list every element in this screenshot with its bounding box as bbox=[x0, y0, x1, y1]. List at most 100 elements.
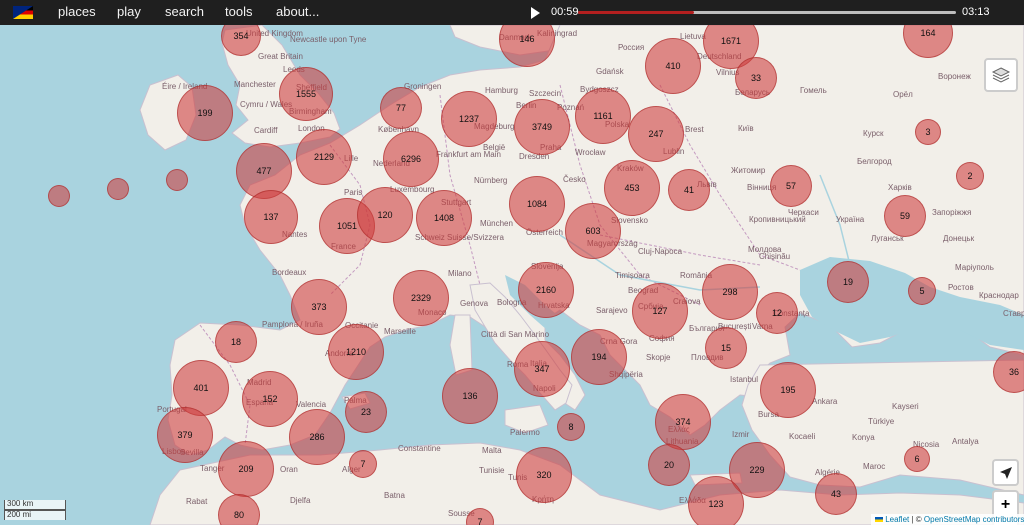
menu-play[interactable]: play bbox=[117, 4, 141, 19]
place-label: Timișoara bbox=[615, 271, 650, 280]
play-icon[interactable] bbox=[531, 7, 540, 19]
osm-link[interactable]: OpenStreetMap contributors bbox=[924, 515, 1024, 524]
cluster-marker[interactable]: 1210 bbox=[328, 324, 384, 380]
place-label: Харків bbox=[888, 183, 912, 192]
cluster-marker[interactable]: 3749 bbox=[514, 99, 570, 155]
cluster-marker[interactable]: 2329 bbox=[393, 270, 449, 326]
cluster-marker[interactable]: 43 bbox=[815, 473, 857, 515]
cluster-marker[interactable]: 123 bbox=[688, 476, 744, 525]
cluster-marker[interactable]: 57 bbox=[770, 165, 812, 207]
cluster-marker[interactable]: 347 bbox=[514, 341, 570, 397]
layers-icon[interactable] bbox=[984, 58, 1018, 92]
place-label: Донецьк bbox=[943, 234, 975, 243]
place-label: Türkiye bbox=[868, 417, 895, 426]
cluster-marker[interactable]: 8 bbox=[557, 413, 585, 441]
cluster-marker-small[interactable] bbox=[48, 185, 70, 207]
cluster-marker[interactable]: 410 bbox=[645, 38, 701, 94]
cluster-marker[interactable]: 1408 bbox=[416, 190, 472, 246]
cluster-count: 43 bbox=[830, 489, 841, 499]
cluster-count: 3749 bbox=[531, 122, 553, 132]
cluster-marker[interactable]: 152 bbox=[242, 371, 298, 427]
cluster-marker[interactable]: 6 bbox=[904, 446, 930, 472]
menu-places[interactable]: places bbox=[58, 4, 96, 19]
cluster-count: 298 bbox=[722, 287, 738, 297]
cluster-marker-small[interactable] bbox=[107, 178, 129, 200]
cluster-count: 15 bbox=[720, 343, 731, 353]
cluster-marker[interactable]: 1084 bbox=[509, 176, 565, 232]
cluster-count: 57 bbox=[785, 181, 796, 191]
cluster-marker[interactable]: 2160 bbox=[518, 262, 574, 318]
cluster-marker[interactable]: 120 bbox=[357, 187, 413, 243]
cluster-count: 229 bbox=[749, 465, 765, 475]
cluster-marker[interactable]: 23 bbox=[345, 391, 387, 433]
menu-about[interactable]: about... bbox=[276, 4, 319, 19]
cluster-count: 18 bbox=[230, 337, 241, 347]
cluster-marker[interactable]: 1237 bbox=[441, 91, 497, 147]
cluster-marker[interactable]: 77 bbox=[380, 87, 422, 129]
cluster-marker[interactable]: 2 bbox=[956, 162, 984, 190]
cluster-marker[interactable]: 247 bbox=[628, 106, 684, 162]
cluster-marker[interactable]: 15 bbox=[705, 327, 747, 369]
place-label: Україна bbox=[836, 215, 865, 224]
cluster-marker[interactable]: 136 bbox=[442, 368, 498, 424]
place-label: Chișinău bbox=[759, 252, 791, 261]
cluster-count: 8 bbox=[568, 422, 574, 432]
cluster-marker[interactable]: 194 bbox=[571, 329, 627, 385]
cluster-count: 247 bbox=[648, 129, 664, 139]
map-view[interactable]: United Kingdom Newcastle upon Tyne Great B… bbox=[0, 25, 1024, 525]
cluster-count: 477 bbox=[256, 166, 272, 176]
cluster-marker[interactable]: 59 bbox=[884, 195, 926, 237]
place-label: Newcastle upon Tyne bbox=[290, 35, 367, 44]
cluster-marker[interactable]: 19 bbox=[827, 261, 869, 303]
cluster-count: 123 bbox=[708, 499, 724, 509]
cluster-marker[interactable]: 1555 bbox=[279, 67, 333, 121]
cluster-marker-small[interactable] bbox=[166, 169, 188, 191]
cluster-count: 137 bbox=[263, 212, 279, 222]
cluster-count: 2329 bbox=[410, 293, 432, 303]
scale-mi: 200 mi bbox=[4, 510, 66, 520]
place-label: Paris bbox=[344, 188, 363, 197]
cluster-count: 2160 bbox=[535, 285, 557, 295]
leaflet-link[interactable]: Leaflet bbox=[885, 515, 909, 524]
cluster-marker[interactable]: 379 bbox=[157, 407, 213, 463]
german-flag-icon[interactable] bbox=[13, 6, 33, 19]
cluster-marker[interactable]: 195 bbox=[760, 362, 816, 418]
cluster-marker[interactable]: 5 bbox=[908, 277, 936, 305]
cluster-marker[interactable]: 1161 bbox=[575, 88, 631, 144]
cluster-count: 2 bbox=[967, 171, 973, 181]
cluster-marker[interactable]: 298 bbox=[702, 264, 758, 320]
cluster-marker[interactable]: 3 bbox=[915, 119, 941, 145]
basemap bbox=[139, 25, 1024, 525]
cluster-marker[interactable]: 20 bbox=[648, 444, 690, 486]
cluster-count: 164 bbox=[920, 28, 936, 38]
menu-search[interactable]: search bbox=[165, 4, 204, 19]
place-label: Белгород bbox=[857, 157, 892, 166]
cluster-marker[interactable]: 18 bbox=[215, 321, 257, 363]
cluster-count: 77 bbox=[395, 103, 406, 113]
cluster-count: 603 bbox=[585, 226, 601, 236]
ukraine-flag-icon bbox=[875, 517, 883, 523]
cluster-count: 120 bbox=[377, 210, 393, 220]
cluster-marker[interactable]: 7 bbox=[349, 450, 377, 478]
cluster-marker[interactable]: 373 bbox=[291, 279, 347, 335]
cluster-marker[interactable]: 12 bbox=[756, 292, 798, 334]
cluster-marker[interactable]: 199 bbox=[177, 85, 233, 141]
cluster-marker[interactable]: 41 bbox=[668, 169, 710, 211]
cluster-marker[interactable]: 453 bbox=[604, 160, 660, 216]
cluster-marker[interactable]: 127 bbox=[632, 283, 688, 339]
playback-progress-bar[interactable] bbox=[578, 11, 956, 14]
cluster-marker[interactable]: 603 bbox=[565, 203, 621, 259]
cluster-marker[interactable]: 33 bbox=[735, 57, 777, 99]
menu-tools[interactable]: tools bbox=[225, 4, 252, 19]
cluster-marker[interactable]: 6296 bbox=[383, 131, 439, 187]
cluster-marker[interactable]: 2129 bbox=[296, 129, 352, 185]
top-menu-bar: places play search tools about... 00:59 … bbox=[0, 0, 1024, 25]
cluster-count: 453 bbox=[624, 183, 640, 193]
locate-arrow-icon[interactable] bbox=[992, 459, 1019, 486]
cluster-marker[interactable]: 286 bbox=[289, 409, 345, 465]
cluster-marker[interactable]: 137 bbox=[244, 190, 298, 244]
cluster-marker[interactable]: 320 bbox=[516, 447, 572, 503]
cluster-count: 136 bbox=[462, 391, 478, 401]
cluster-marker[interactable]: 374 bbox=[655, 394, 711, 450]
cluster-marker[interactable]: 209 bbox=[218, 441, 274, 497]
